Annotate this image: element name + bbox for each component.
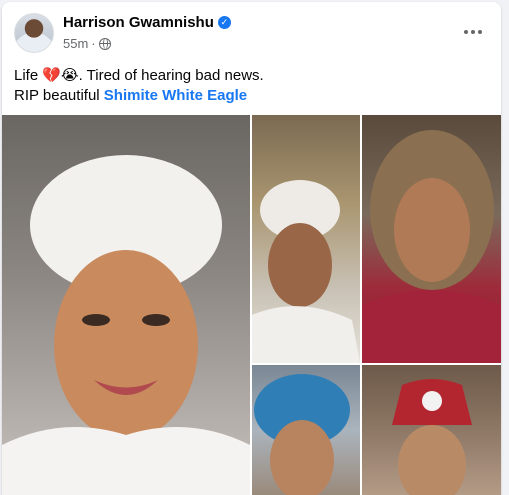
portrait-illustration [254,374,350,495]
meta-separator: · [91,36,96,51]
tagged-profile-link[interactable]: Shimite White Eagle [104,87,247,104]
author-name[interactable]: Harrison Gwamnishu [63,14,214,31]
portrait-illustration [392,379,472,495]
photo-4[interactable] [252,365,360,495]
post-header: Harrison Gwamnishu ✓ 55m · [2,2,501,60]
text-segment: Life [14,67,43,84]
more-dot [478,30,482,34]
photo-3[interactable] [362,115,501,363]
more-dot [471,30,475,34]
author-avatar[interactable] [14,13,54,53]
text-segment: . Tired of hearing bad news. [78,67,264,84]
author-name-row: Harrison Gwamnishu ✓ [63,14,231,31]
post-meta: 55m · [63,36,111,51]
photo-2[interactable] [252,115,360,363]
post-text-line-1: Life 💔😭. Tired of hearing bad news. [14,66,264,86]
photo-1[interactable] [2,115,250,495]
verified-badge-icon: ✓ [217,16,231,29]
more-options-icon[interactable] [459,18,487,46]
post-card: Harrison Gwamnishu ✓ 55m · Life 💔😭. Tire… [2,2,501,495]
post-text: Life 💔😭. Tired of hearing bad news. RIP … [14,66,264,106]
more-dot [464,30,468,34]
text-segment: RIP beautiful [14,87,104,104]
photo-grid [2,115,501,495]
portrait-illustration [2,155,250,495]
emoji: 💔😭 [42,67,79,84]
portrait-illustration [362,130,501,363]
post-time[interactable]: 55m [63,36,88,51]
photo-5[interactable] [362,365,501,495]
portrait-illustration [252,180,360,363]
post-text-line-2: RIP beautiful Shimite White Eagle [14,86,264,106]
globe-icon[interactable] [98,37,111,50]
